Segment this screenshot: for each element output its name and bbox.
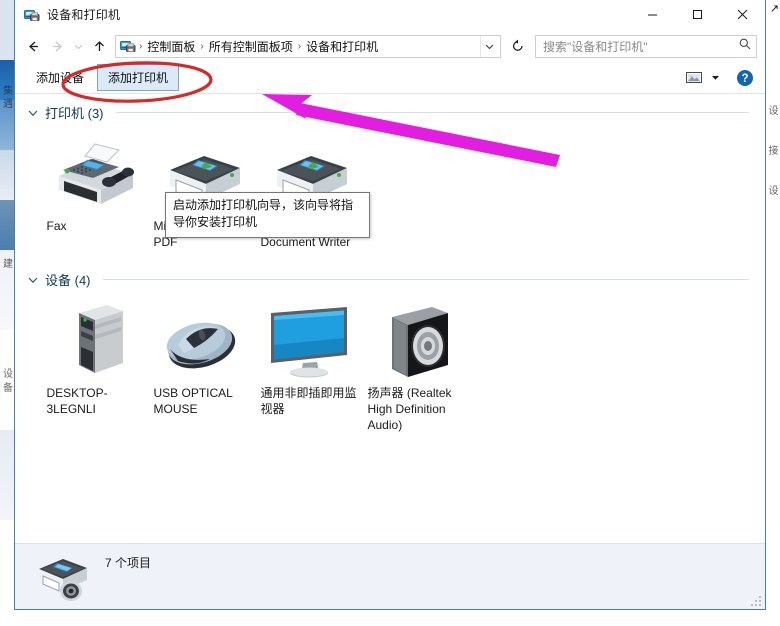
device-label-usb-optical-mouse: USB OPTICAL MOUSE: [153, 386, 233, 416]
section-divider: [115, 112, 749, 113]
help-icon[interactable]: ?: [733, 67, 757, 89]
devices-and-printers-icon: [24, 7, 40, 23]
minimize-button[interactable]: [630, 0, 675, 30]
command-bar-right-group: ?: [683, 67, 757, 89]
breadcrumb-devices-and-printers[interactable]: 设备和打印机: [302, 37, 382, 56]
breadcrumb-control-panel[interactable]: 控制面板: [143, 37, 199, 56]
device-label-generic-non-pnp-monitor: 通用非即插即用监视器: [260, 386, 357, 416]
address-bar-row: › 控制面板 › 所有控制面板项 › 设备和打印机 搜索"设备和打印机": [15, 30, 765, 62]
content-area: 打印机 (3) Fax PDF Document Writer 设备 (4) D…: [15, 94, 765, 543]
svg-text:?: ?: [741, 73, 748, 85]
chevron-expanded-icon[interactable]: [27, 274, 39, 286]
speaker-icon: [368, 303, 464, 381]
breadcrumb-all-control-panel-items[interactable]: 所有控制面板项: [205, 37, 297, 56]
devices-and-printers-window: 设备和打印机 › 控制面板 › 所有控制面板项 › 设备和打印机 搜索"设备和打…: [14, 0, 766, 610]
device-tile-usb-optical-mouse[interactable]: USB OPTICAL MOUSE: [148, 299, 255, 433]
close-button[interactable]: [720, 0, 765, 30]
forward-button[interactable]: [45, 34, 69, 58]
mouse-icon: [154, 303, 250, 381]
view-chevron-down-icon[interactable]: [707, 68, 723, 88]
command-bar: 添加设备 添加打印机 ?: [15, 62, 765, 94]
search-box[interactable]: 搜索"设备和打印机": [535, 34, 757, 58]
device-label-fax: Fax: [46, 219, 67, 233]
section-title-printers: 打印机 (3): [45, 106, 104, 121]
title-bar[interactable]: 设备和打印机: [15, 0, 765, 30]
chevron-expanded-icon[interactable]: [27, 107, 39, 119]
address-devices-and-printers-icon: [120, 38, 136, 54]
search-input[interactable]: 搜索"设备和打印机": [543, 38, 738, 55]
refresh-button[interactable]: [507, 35, 529, 58]
device-tile-speakers-realtek[interactable]: 扬声器 (Realtek High Definition Audio): [362, 299, 469, 433]
address-bar[interactable]: › 控制面板 › 所有控制面板项 › 设备和打印机: [115, 34, 501, 58]
up-button[interactable]: [87, 34, 111, 58]
add-printer-tooltip: 启动添加打印机向导，该向导将指导你安装打印机: [165, 192, 370, 238]
add-printer-button[interactable]: 添加打印机: [97, 64, 180, 91]
printers-tile-list: Fax Mic: [15, 128, 765, 256]
background-right-text: 设接设: [768, 106, 779, 197]
resize-grip[interactable]: [750, 594, 762, 606]
device-tile-generic-non-pnp-monitor[interactable]: 通用非即插即用监视器: [255, 299, 362, 433]
back-button[interactable]: [21, 34, 45, 58]
window-controls: [630, 0, 765, 30]
section-title-devices: 设备 (4): [45, 273, 91, 288]
window-title: 设备和打印机: [47, 8, 121, 22]
add-device-button[interactable]: 添加设备: [25, 64, 95, 91]
device-tile-fax[interactable]: Fax: [41, 132, 148, 250]
devices-tile-list: DESKTOP-3LEGNLI USB OPTICAL MOUSE 通用非即插即…: [15, 295, 765, 439]
background-resize-arrow-icon: ↗: [769, 3, 779, 15]
device-tile-desktop[interactable]: DESKTOP-3LEGNLI: [41, 299, 148, 433]
section-divider: [102, 279, 749, 280]
fax-machine-icon: [47, 136, 143, 214]
view-options-icon[interactable]: [683, 68, 705, 88]
section-header-devices[interactable]: 设备 (4): [15, 256, 765, 295]
device-label-speakers-realtek: 扬声器 (Realtek High Definition Audio): [367, 386, 452, 432]
monitor-icon: [261, 303, 357, 381]
address-history-chevron-down-icon[interactable]: [480, 35, 498, 57]
section-header-printers[interactable]: 打印机 (3): [15, 94, 765, 128]
search-icon[interactable]: [738, 37, 752, 56]
device-label-desktop: DESKTOP-3LEGNLI: [46, 386, 108, 416]
tooltip-text: 启动添加打印机向导，该向导将指导你安装打印机: [173, 198, 354, 229]
status-item-count: 7 个项目: [105, 556, 152, 570]
maximize-button[interactable]: [675, 0, 720, 30]
multifunction-printer-icon: [31, 549, 95, 605]
desktop-tower-icon: [47, 303, 143, 381]
recent-locations-button[interactable]: [69, 34, 87, 58]
status-bar: 7 个项目: [15, 543, 765, 609]
